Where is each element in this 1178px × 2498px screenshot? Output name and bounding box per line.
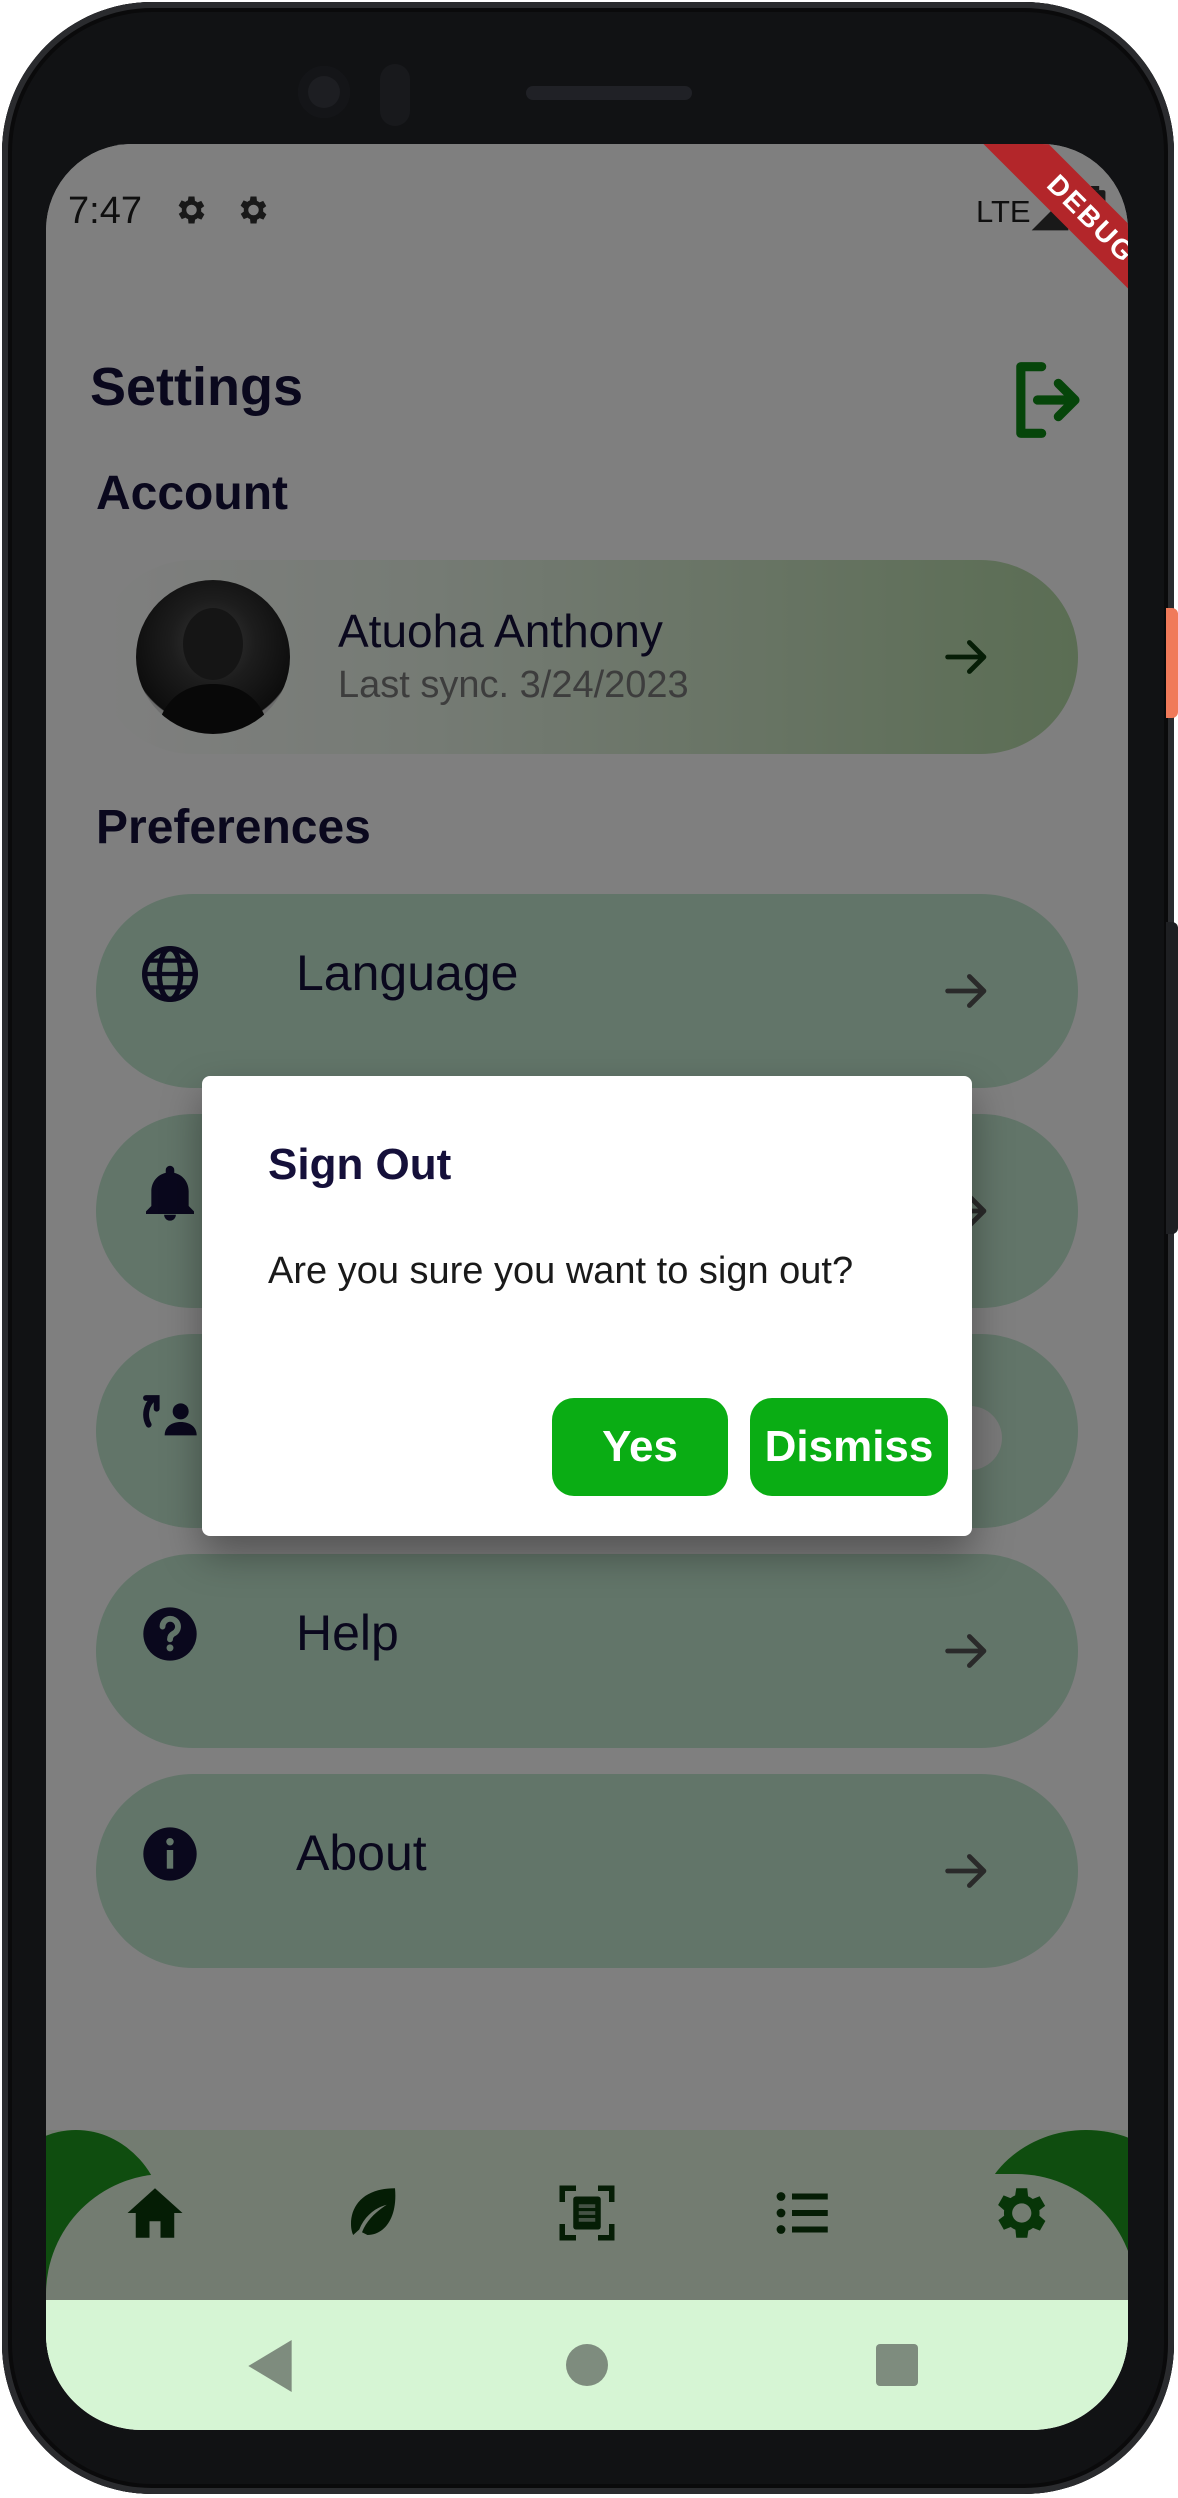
front-sensor <box>380 64 410 126</box>
recents-icon[interactable] <box>876 2344 918 2386</box>
back-icon[interactable] <box>248 2340 292 2392</box>
confirm-sign-out-button[interactable]: Yes <box>552 1398 728 1496</box>
dismiss-button[interactable]: Dismiss <box>750 1398 948 1496</box>
home-button-icon[interactable] <box>566 2344 608 2386</box>
screen: 7:47 LTE DEBUG Settings Account Atuoha A… <box>46 144 1128 2430</box>
power-button <box>1166 608 1178 718</box>
sign-out-dialog: Sign Out Are you sure you want to sign o… <box>202 1076 972 1536</box>
front-camera <box>298 66 350 118</box>
dialog-message: Are you sure you want to sign out? <box>268 1250 854 1292</box>
speaker-grille <box>526 86 692 100</box>
volume-button <box>1166 922 1178 1234</box>
dialog-title: Sign Out <box>268 1140 452 1189</box>
